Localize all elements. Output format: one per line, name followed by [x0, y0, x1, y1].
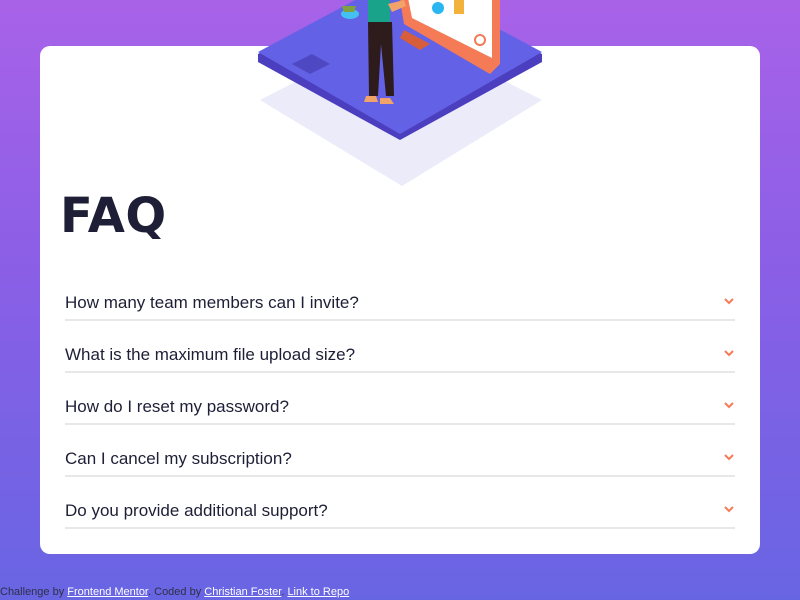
divider [65, 319, 735, 321]
faq-question[interactable]: Can I cancel my subscription? [65, 449, 292, 469]
chevron-down-icon[interactable] [723, 296, 735, 306]
faq-list: How many team members can I invite? What… [65, 284, 735, 544]
faq-question[interactable]: How do I reset my password? [65, 397, 289, 417]
divider [65, 423, 735, 425]
faq-question[interactable]: What is the maximum file upload size? [65, 345, 355, 365]
attribution-footer: Challenge by Frontend Mentor. Coded by C… [0, 586, 350, 598]
divider [65, 527, 735, 529]
divider [65, 475, 735, 477]
chevron-down-icon[interactable] [723, 400, 735, 410]
frontend-mentor-link[interactable]: Frontend Mentor [67, 586, 148, 598]
faq-item[interactable]: What is the maximum file upload size? [65, 336, 735, 388]
faq-question[interactable]: Do you provide additional support? [65, 501, 328, 521]
page-title: FAQ [60, 188, 167, 244]
faq-item[interactable]: Can I cancel my subscription? [65, 440, 735, 492]
chevron-down-icon[interactable] [723, 452, 735, 462]
faq-question[interactable]: How many team members can I invite? [65, 293, 359, 313]
author-link[interactable]: Christian Foster [204, 586, 281, 598]
divider [65, 371, 735, 373]
faq-item[interactable]: How many team members can I invite? [65, 284, 735, 336]
faq-item[interactable]: Do you provide additional support? [65, 492, 735, 544]
faq-item[interactable]: How do I reset my password? [65, 388, 735, 440]
chevron-down-icon[interactable] [723, 348, 735, 358]
chevron-down-icon[interactable] [723, 504, 735, 514]
challenge-text: Challenge by [0, 586, 65, 598]
coded-by-text: Coded by [154, 586, 202, 598]
repo-link[interactable]: Link to Repo [287, 586, 349, 598]
